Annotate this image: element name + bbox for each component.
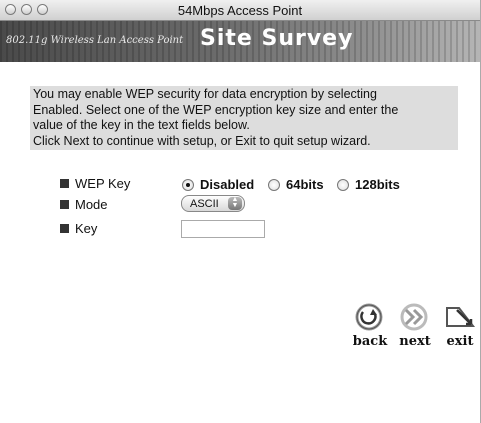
bullet-icon <box>60 200 69 209</box>
title-bar: 54Mbps Access Point <box>0 0 480 21</box>
next-icon <box>400 303 428 331</box>
mode-label: Mode <box>75 197 108 212</box>
window-title: 54Mbps Access Point <box>177 3 303 18</box>
app-window: 54Mbps Access Point 802.11g Wireless Lan… <box>0 0 481 423</box>
info-text: You may enable WEP security for data enc… <box>30 86 458 150</box>
bullet-icon <box>60 224 69 233</box>
key-row: Key <box>60 221 97 236</box>
radio-icon[interactable] <box>268 178 280 191</box>
mode-select[interactable]: ASCII ▲ ▼ <box>181 195 245 212</box>
updown-arrows-icon: ▲ ▼ <box>228 196 242 210</box>
mode-select-value: ASCII <box>190 198 219 210</box>
mode-row: Mode <box>60 197 108 212</box>
next-label: next <box>399 334 431 349</box>
info-line: value of the key in the text fields belo… <box>33 118 250 132</box>
next-button[interactable]: next <box>392 300 438 352</box>
info-line: Enabled. Select one of the WEP encryptio… <box>33 102 399 117</box>
wep-128bits-option[interactable]: 128bits <box>337 177 400 192</box>
banner-subtitle: 802.11g Wireless Lan Access Point <box>6 35 184 46</box>
key-label: Key <box>75 221 98 236</box>
wep-disabled-option[interactable]: Disabled <box>182 177 254 192</box>
radio-selected-icon[interactable] <box>182 178 194 191</box>
back-icon <box>355 303 383 331</box>
wep-64bits-option[interactable]: 64bits <box>268 177 324 192</box>
key-input[interactable] <box>181 220 265 238</box>
wep-option-label: Disabled <box>200 177 255 192</box>
exit-button[interactable]: exit <box>437 300 481 352</box>
info-line: Click Next to continue with setup, or Ex… <box>33 133 371 148</box>
exit-icon <box>446 307 476 327</box>
banner-title: Site Survey <box>200 26 354 51</box>
bullet-icon <box>60 179 69 188</box>
exit-label: exit <box>446 334 474 349</box>
wep-key-label: WEP Key <box>75 176 131 191</box>
wep-option-label: 64bits <box>286 177 324 192</box>
back-label: back <box>352 334 388 349</box>
radio-icon[interactable] <box>337 178 349 191</box>
wep-key-row: WEP Key <box>60 176 130 191</box>
banner: 802.11g Wireless Lan Access Point Site S… <box>0 21 480 62</box>
wep-option-label: 128bits <box>355 177 400 192</box>
back-button[interactable]: back <box>347 300 393 352</box>
info-line: You may enable WEP security for data enc… <box>33 87 377 101</box>
